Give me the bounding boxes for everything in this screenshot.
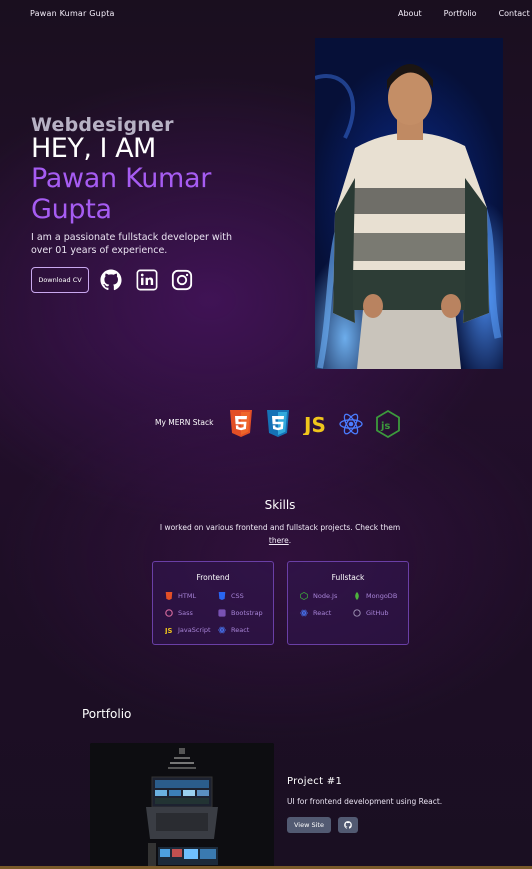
nav-link-portfolio[interactable]: Portfolio [444, 9, 477, 18]
svg-text:js: js [380, 421, 390, 432]
nodejs-icon [300, 591, 308, 601]
skill-label: CSS [231, 592, 244, 600]
project-thumbnail[interactable] [90, 743, 274, 869]
download-cv-button[interactable]: Download CV [31, 267, 89, 293]
skill-label: Bootstrap [231, 609, 263, 617]
instagram-icon[interactable] [171, 269, 193, 291]
top-nav: About Portfolio Contact [398, 9, 530, 18]
skill-label: Node.Js [313, 592, 338, 600]
frontend-skills-card: Frontend HTML CSS Sass Bootstrap JS Java… [152, 561, 274, 645]
react-icon [300, 609, 308, 617]
skill-mongodb: MongoDB [353, 592, 397, 600]
skill-label: HTML [178, 592, 197, 600]
skill-bootstrap: Bootstrap [218, 609, 263, 617]
skills-title: Skills [264, 498, 296, 512]
hero-greeting: HEY, I AM [31, 133, 156, 164]
html5-icon [165, 592, 173, 600]
github-icon [353, 609, 361, 617]
css3-icon [218, 592, 226, 600]
bootstrap-icon [218, 609, 226, 617]
github-icon[interactable] [100, 269, 122, 291]
skill-label: MongoDB [366, 592, 398, 600]
skill-sass: Sass [165, 609, 193, 617]
nav-link-contact[interactable]: Contact [499, 9, 530, 18]
fullstack-skills-card: Fullstack Node.Js MongoDB React GitHub [287, 561, 409, 645]
skill-label: React [231, 626, 250, 634]
javascript-icon: JS [164, 626, 173, 635]
hero-name: Pawan Kumar Gupta [31, 163, 212, 225]
skill-nodejs: Node.Js [300, 591, 338, 601]
svg-text:JS: JS [303, 413, 326, 435]
css3-icon [266, 410, 292, 438]
fullstack-card-title: Fullstack [331, 573, 365, 582]
nodejs-icon: js [375, 409, 401, 439]
profile-photo [315, 38, 503, 369]
skills-description-text: I worked on various frontend and fullsta… [159, 523, 401, 532]
svg-text:JS: JS [165, 627, 173, 634]
react-icon [218, 626, 226, 634]
skill-react-fullstack: React [300, 609, 331, 617]
skills-description-end: . [288, 536, 292, 545]
portfolio-title: Portfolio [82, 707, 132, 721]
skill-github: GitHub [353, 609, 389, 617]
nav-link-about[interactable]: About [398, 9, 422, 18]
skill-css: CSS [218, 592, 244, 600]
sass-icon [165, 609, 173, 617]
github-icon [344, 821, 352, 829]
mongodb-icon [353, 592, 361, 600]
project-github-button[interactable] [338, 817, 358, 833]
skill-javascript: JS JavaScript [164, 626, 211, 635]
skill-label: Sass [178, 609, 193, 617]
skills-description: I worked on various frontend and fullsta… [150, 521, 410, 547]
brand-name[interactable]: Pawan Kumar Gupta [30, 9, 115, 18]
skill-label: JavaScript [178, 626, 211, 634]
stack-label: My MERN Stack [155, 418, 214, 427]
skill-html: HTML [165, 592, 196, 600]
project-description: UI for frontend development using React. [287, 797, 443, 806]
view-site-button[interactable]: View Site [287, 817, 331, 833]
skill-label: GitHub [366, 609, 389, 617]
react-icon [338, 411, 364, 439]
project-name: Project #1 [287, 776, 343, 787]
javascript-icon: JS [302, 413, 329, 441]
skill-react: React [218, 626, 249, 634]
hero-intro: I am a passionate fullstack developer wi… [31, 232, 233, 256]
frontend-card-title: Frontend [196, 573, 230, 582]
skill-label: React [313, 609, 332, 617]
linkedin-icon[interactable] [136, 269, 158, 291]
skills-projects-link[interactable]: there [269, 536, 289, 545]
html5-icon [229, 410, 255, 438]
